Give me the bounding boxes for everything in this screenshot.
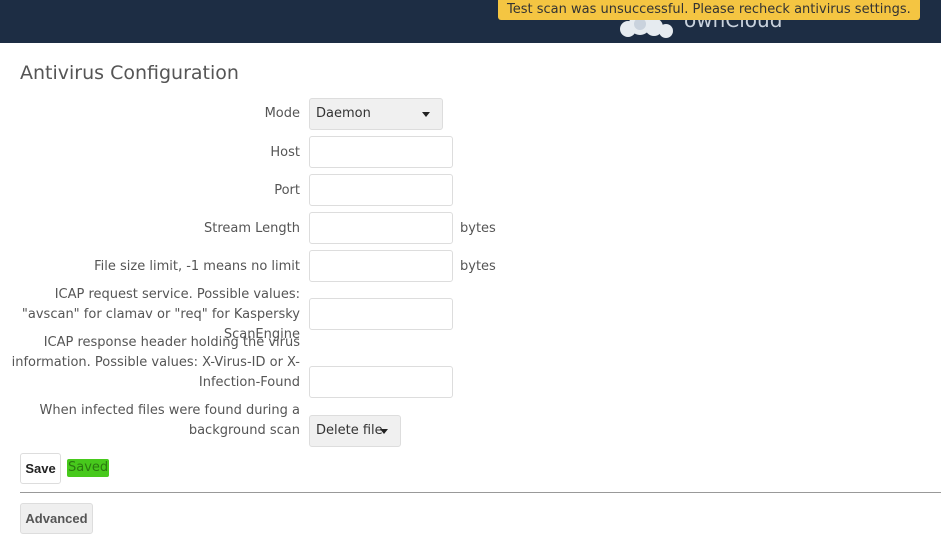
port-label: Port	[274, 183, 300, 198]
stream-length-label: Stream Length	[203, 221, 300, 236]
icap-request-service-input[interactable]	[309, 298, 453, 330]
chevron-down-icon	[422, 112, 430, 117]
mode-select[interactable]: Daemon	[309, 98, 443, 130]
mode-select-value: Daemon	[316, 106, 371, 121]
file-size-limit-input[interactable]	[309, 250, 453, 282]
section-divider	[20, 492, 941, 493]
page-title: Antivirus Configuration	[20, 62, 239, 84]
infected-action-dropdown[interactable]: Delete file	[309, 415, 401, 447]
host-label: Host	[270, 145, 300, 160]
file-size-limit-label: File size limit, -1 means no limit	[94, 259, 300, 274]
save-button[interactable]: Save	[20, 453, 61, 484]
stream-length-input[interactable]	[309, 212, 453, 244]
icap-response-header-label: ICAP response header holding the virus i…	[11, 335, 300, 390]
saved-status-badge: Saved	[67, 459, 110, 477]
notification-banner[interactable]: Test scan was unsuccessful. Please reche…	[498, 0, 920, 20]
host-input[interactable]	[309, 136, 453, 168]
infected-action-label: When infected files were found during a …	[39, 403, 300, 438]
stream-length-unit: bytes	[460, 221, 496, 236]
infected-action-value: Delete file	[316, 423, 383, 438]
mode-label: Mode	[264, 106, 300, 121]
chevron-down-icon	[380, 429, 388, 434]
advanced-button[interactable]: Advanced	[20, 503, 93, 534]
file-size-limit-unit: bytes	[460, 259, 496, 274]
port-input[interactable]	[309, 174, 453, 206]
icap-response-header-input[interactable]	[309, 366, 453, 398]
